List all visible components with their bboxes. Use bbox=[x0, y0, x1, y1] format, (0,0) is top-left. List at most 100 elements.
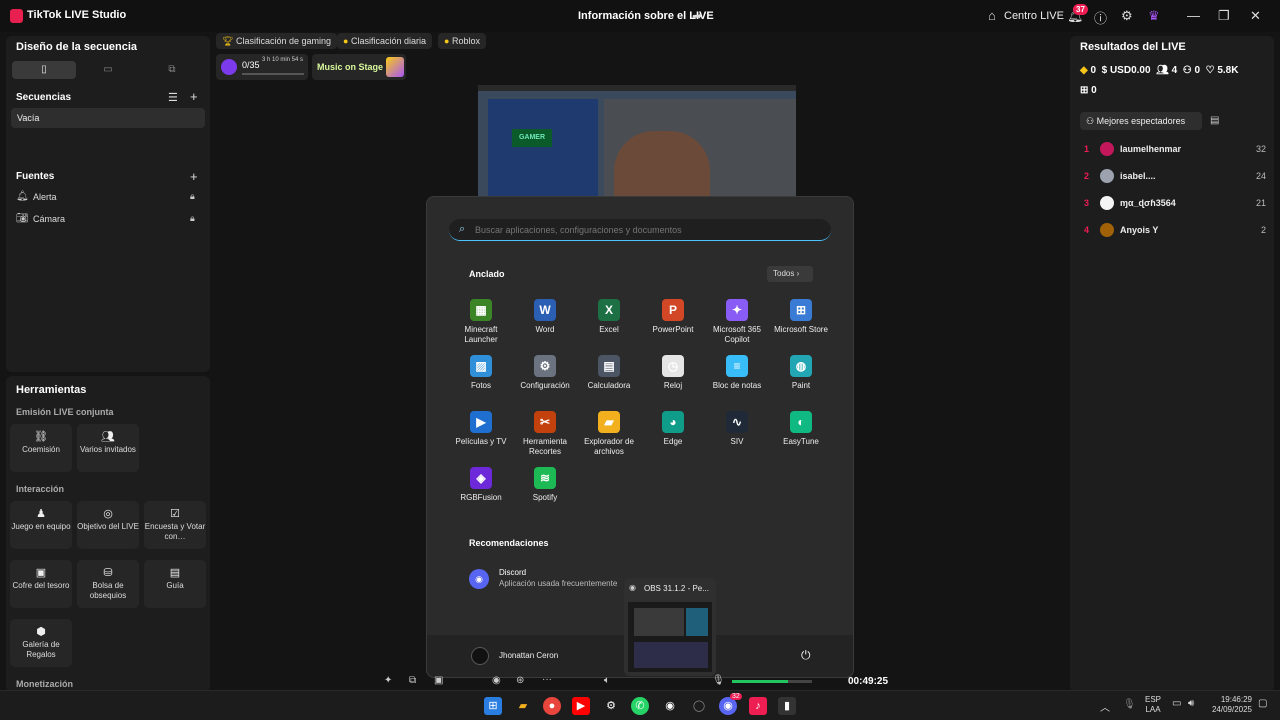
pinned-app[interactable]: ⊞ Microsoft Store bbox=[769, 299, 833, 335]
landscape-layout-button[interactable]: ▭ bbox=[76, 61, 140, 79]
start-search-input[interactable] bbox=[475, 222, 815, 238]
record-icon[interactable]: ◉ bbox=[492, 675, 501, 686]
windows-start-icon[interactable]: ⊞ bbox=[484, 697, 502, 715]
source-item-alerta[interactable]: 🔔︎ Alerta 🔒︎ bbox=[16, 191, 202, 205]
pinned-app[interactable]: ◕ Edge bbox=[641, 411, 705, 447]
goal-progress: 0/35 bbox=[242, 60, 260, 70]
treasure-chest-button[interactable]: ▣ Cofre del tesoro bbox=[10, 560, 72, 608]
language-indicator[interactable]: ESP LAA bbox=[1145, 695, 1161, 715]
poll-button[interactable]: ☑ Encuesta y Votar con… bbox=[144, 501, 206, 549]
pinned-app[interactable]: ◈ RGBFusion bbox=[449, 467, 513, 503]
pinned-app[interactable]: ◷ Reloj bbox=[641, 355, 705, 391]
camera-icon: 📷︎ bbox=[16, 213, 29, 224]
viewer-row[interactable]: 3 ɱα_ɖσɦ3564 21 bbox=[1084, 196, 1266, 212]
notification-icon[interactable]: ▢ bbox=[1258, 698, 1267, 709]
steam-icon[interactable]: ⚙ bbox=[602, 697, 620, 715]
gift-gallery-button[interactable]: ⬢ Galería de Regalos bbox=[10, 619, 72, 667]
obs-icon[interactable]: ◉ bbox=[661, 697, 679, 715]
lock-icon[interactable]: 🔒︎ bbox=[190, 213, 195, 224]
dual-layout-button[interactable]: ⧉ bbox=[140, 61, 204, 79]
effects-icon[interactable]: ⧉ bbox=[409, 675, 416, 686]
sequence-item[interactable]: Vacía bbox=[11, 108, 205, 128]
minimize-icon[interactable]: — bbox=[1187, 8, 1200, 23]
all-apps-button[interactable]: Todos › bbox=[767, 266, 813, 282]
viewer-name: ɱα_ɖσɦ3564 bbox=[1120, 198, 1176, 208]
pinned-app[interactable]: ▶ Películas y TV bbox=[449, 411, 513, 447]
tiktok-studio-icon[interactable]: ▮ bbox=[778, 697, 796, 715]
more-icon[interactable]: ··· bbox=[542, 674, 552, 685]
user-avatar[interactable] bbox=[471, 647, 489, 665]
settings-icon[interactable]: ⊛ bbox=[516, 675, 524, 686]
pinned-app[interactable]: ◍ Paint bbox=[769, 355, 833, 391]
youtube-icon[interactable]: ▶ bbox=[572, 697, 590, 715]
pinned-app[interactable]: ✂ Herramienta Recortes bbox=[513, 411, 577, 457]
diamonds-stat: ⊞ 0 bbox=[1080, 85, 1097, 96]
tiktok-icon[interactable]: ♪ bbox=[749, 697, 767, 715]
pinned-app[interactable]: ⚙ Configuración bbox=[513, 355, 577, 391]
add-source-icon[interactable]: + bbox=[190, 169, 198, 184]
home-icon[interactable]: ⌂ bbox=[988, 8, 996, 23]
mic-icon[interactable]: 🎙︎ bbox=[712, 675, 725, 686]
pinned-app[interactable]: ▦ Minecraft Launcher bbox=[449, 299, 513, 345]
speaker-icon[interactable]: 🔈︎ bbox=[604, 675, 610, 686]
magic-icon[interactable]: ✦ bbox=[384, 675, 392, 686]
display-icon[interactable]: ▭ bbox=[1172, 698, 1181, 709]
portrait-layout-button[interactable]: ▯ bbox=[12, 61, 76, 79]
start-search-box[interactable]: ⌕ bbox=[449, 219, 831, 241]
centro-live-link[interactable]: Centro LIVE bbox=[1004, 10, 1064, 22]
pinned-app[interactable]: ▨ Fotos bbox=[449, 355, 513, 391]
pinned-app[interactable]: ▤ Calculadora bbox=[577, 355, 641, 391]
team-game-button[interactable]: ♟ Juego en equipo bbox=[10, 501, 72, 549]
mic-level-track[interactable] bbox=[732, 680, 812, 683]
app-icon[interactable]: ◯ bbox=[690, 697, 708, 715]
source-item-camara[interactable]: 📷︎ Cámara 🔒︎ bbox=[16, 213, 202, 227]
list-view-icon[interactable]: ▤ bbox=[1210, 115, 1219, 126]
lock-icon[interactable]: 🔒︎ bbox=[190, 191, 195, 202]
viewer-row[interactable]: 4 Anyois Y 2 bbox=[1084, 223, 1266, 239]
daily-ranking-chip[interactable]: ● Clasificación diaria bbox=[337, 33, 432, 49]
file-explorer-icon[interactable]: ▰ bbox=[514, 697, 532, 715]
coemission-button[interactable]: ⛓ Coemisión bbox=[10, 424, 72, 472]
multi-guest-button[interactable]: 👥︎ Varios invitados bbox=[77, 424, 139, 472]
help-icon[interactable]: ⓘ bbox=[1094, 8, 1107, 27]
maximize-icon[interactable]: ❐ bbox=[1218, 8, 1230, 24]
gaming-ranking-chip[interactable]: 🏆︎ Clasificación de gaming bbox=[216, 33, 338, 49]
pinned-app[interactable]: ≡ Bloc de notas bbox=[705, 355, 769, 391]
pinned-app[interactable]: ∿ SIV bbox=[705, 411, 769, 447]
live-goal-widget[interactable]: 0/35 3 h 10 min 54 s bbox=[216, 54, 308, 80]
user-name[interactable]: Jhonattan Ceron bbox=[499, 651, 558, 660]
volume-icon[interactable]: 🔊︎ bbox=[1188, 698, 1194, 709]
add-sequence-icon[interactable]: + bbox=[190, 89, 198, 104]
list-icon[interactable]: ☰ bbox=[168, 91, 178, 104]
obs-taskbar-preview[interactable]: ◉ OBS 31.1.2 - Pe... bbox=[624, 578, 716, 676]
chevron-up-icon[interactable]: ︿ bbox=[1100, 699, 1110, 714]
viewer-row[interactable]: 1 laumelhenmar 32 bbox=[1084, 142, 1266, 158]
power-icon[interactable]: ⏻ bbox=[801, 648, 811, 663]
layout-icon[interactable]: ▣ bbox=[434, 675, 443, 686]
gift-bag-button[interactable]: ⛁ Bolsa de obsequios bbox=[77, 560, 139, 608]
avatar-icon[interactable]: ♛ bbox=[1148, 8, 1160, 24]
clock[interactable]: 19:46:29 24/09/2025 bbox=[1208, 695, 1252, 715]
pinned-app[interactable]: ≋ Spotify bbox=[513, 467, 577, 503]
roblox-chip[interactable]: ● Roblox bbox=[438, 33, 486, 49]
guide-button[interactable]: ▤ Guía bbox=[144, 560, 206, 608]
link-icon: ⛓ bbox=[34, 431, 48, 443]
pinned-app[interactable]: P PowerPoint bbox=[641, 299, 705, 335]
recommended-discord[interactable]: ◉ Discord Aplicación usada frecuentement… bbox=[469, 567, 629, 593]
pinned-app[interactable]: X Excel bbox=[577, 299, 641, 335]
share-icon[interactable]: ➦ bbox=[692, 9, 702, 23]
mic-tray-icon[interactable]: 🎙︎ bbox=[1123, 699, 1136, 710]
top-viewers-tab[interactable]: ⚇ Mejores espectadores bbox=[1080, 112, 1202, 130]
camera-preview[interactable]: GAMER bbox=[478, 85, 796, 197]
viewer-row[interactable]: 2 isabel.... 24 bbox=[1084, 169, 1266, 185]
whatsapp-icon[interactable]: ✆ bbox=[631, 697, 649, 715]
live-goal-button[interactable]: ◎ Objetivo del LIVE bbox=[77, 501, 139, 549]
close-icon[interactable]: ✕ bbox=[1250, 8, 1261, 24]
chrome-icon[interactable]: ● bbox=[543, 697, 561, 715]
pinned-app[interactable]: ✦ Microsoft 365 Copilot bbox=[705, 299, 769, 345]
gear-icon[interactable]: ⚙ bbox=[1121, 8, 1133, 24]
pinned-app[interactable]: ◐ EasyTune bbox=[769, 411, 833, 447]
music-on-stage-widget[interactable]: Music on Stage bbox=[312, 54, 406, 80]
pinned-app[interactable]: ▰ Explorador de archivos bbox=[577, 411, 641, 457]
pinned-app[interactable]: W Word bbox=[513, 299, 577, 335]
